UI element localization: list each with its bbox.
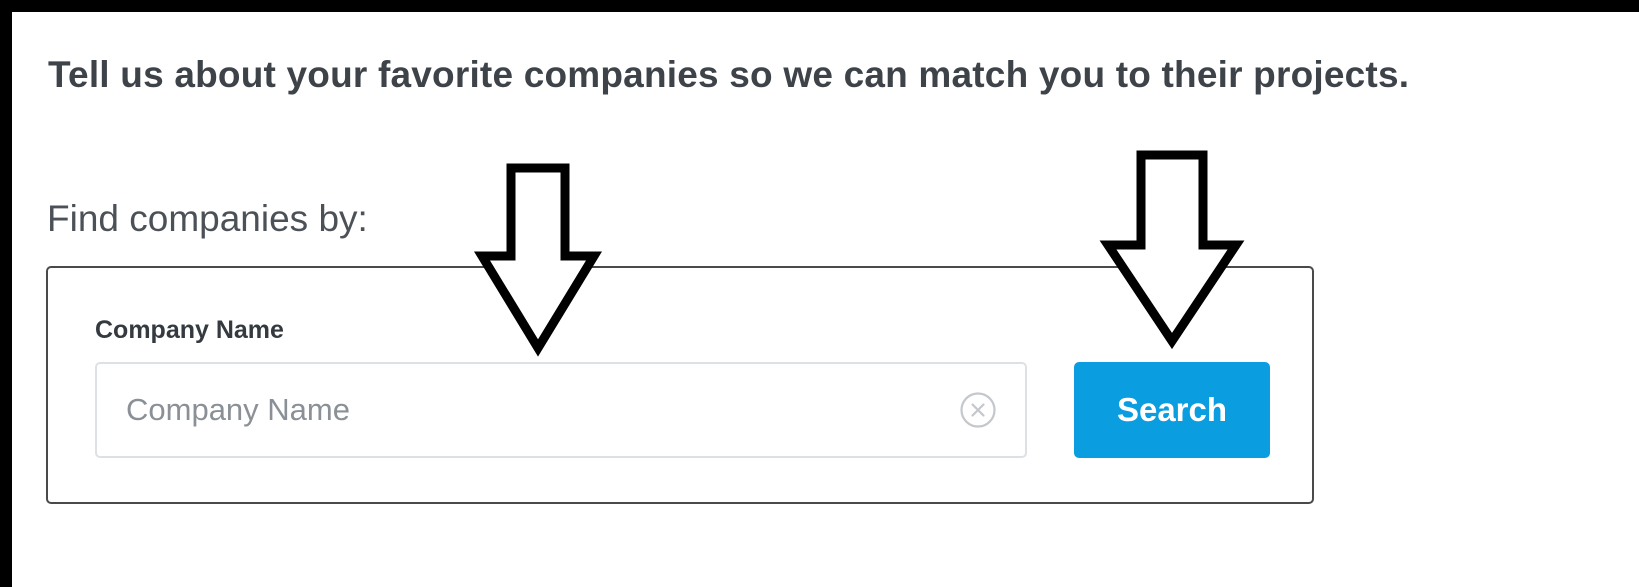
company-name-field[interactable]	[95, 362, 1027, 458]
down-arrow-icon	[1099, 150, 1245, 350]
search-button[interactable]: Search	[1074, 362, 1270, 458]
company-name-input[interactable]	[97, 364, 937, 456]
clear-icon[interactable]	[959, 391, 997, 429]
page-headline: Tell us about your favorite companies so…	[48, 54, 1410, 95]
down-arrow-icon	[473, 163, 603, 357]
find-companies-label: Find companies by:	[47, 198, 368, 239]
company-name-label: Company Name	[95, 316, 284, 344]
screenshot-frame: Tell us about your favorite companies so…	[12, 12, 1639, 587]
